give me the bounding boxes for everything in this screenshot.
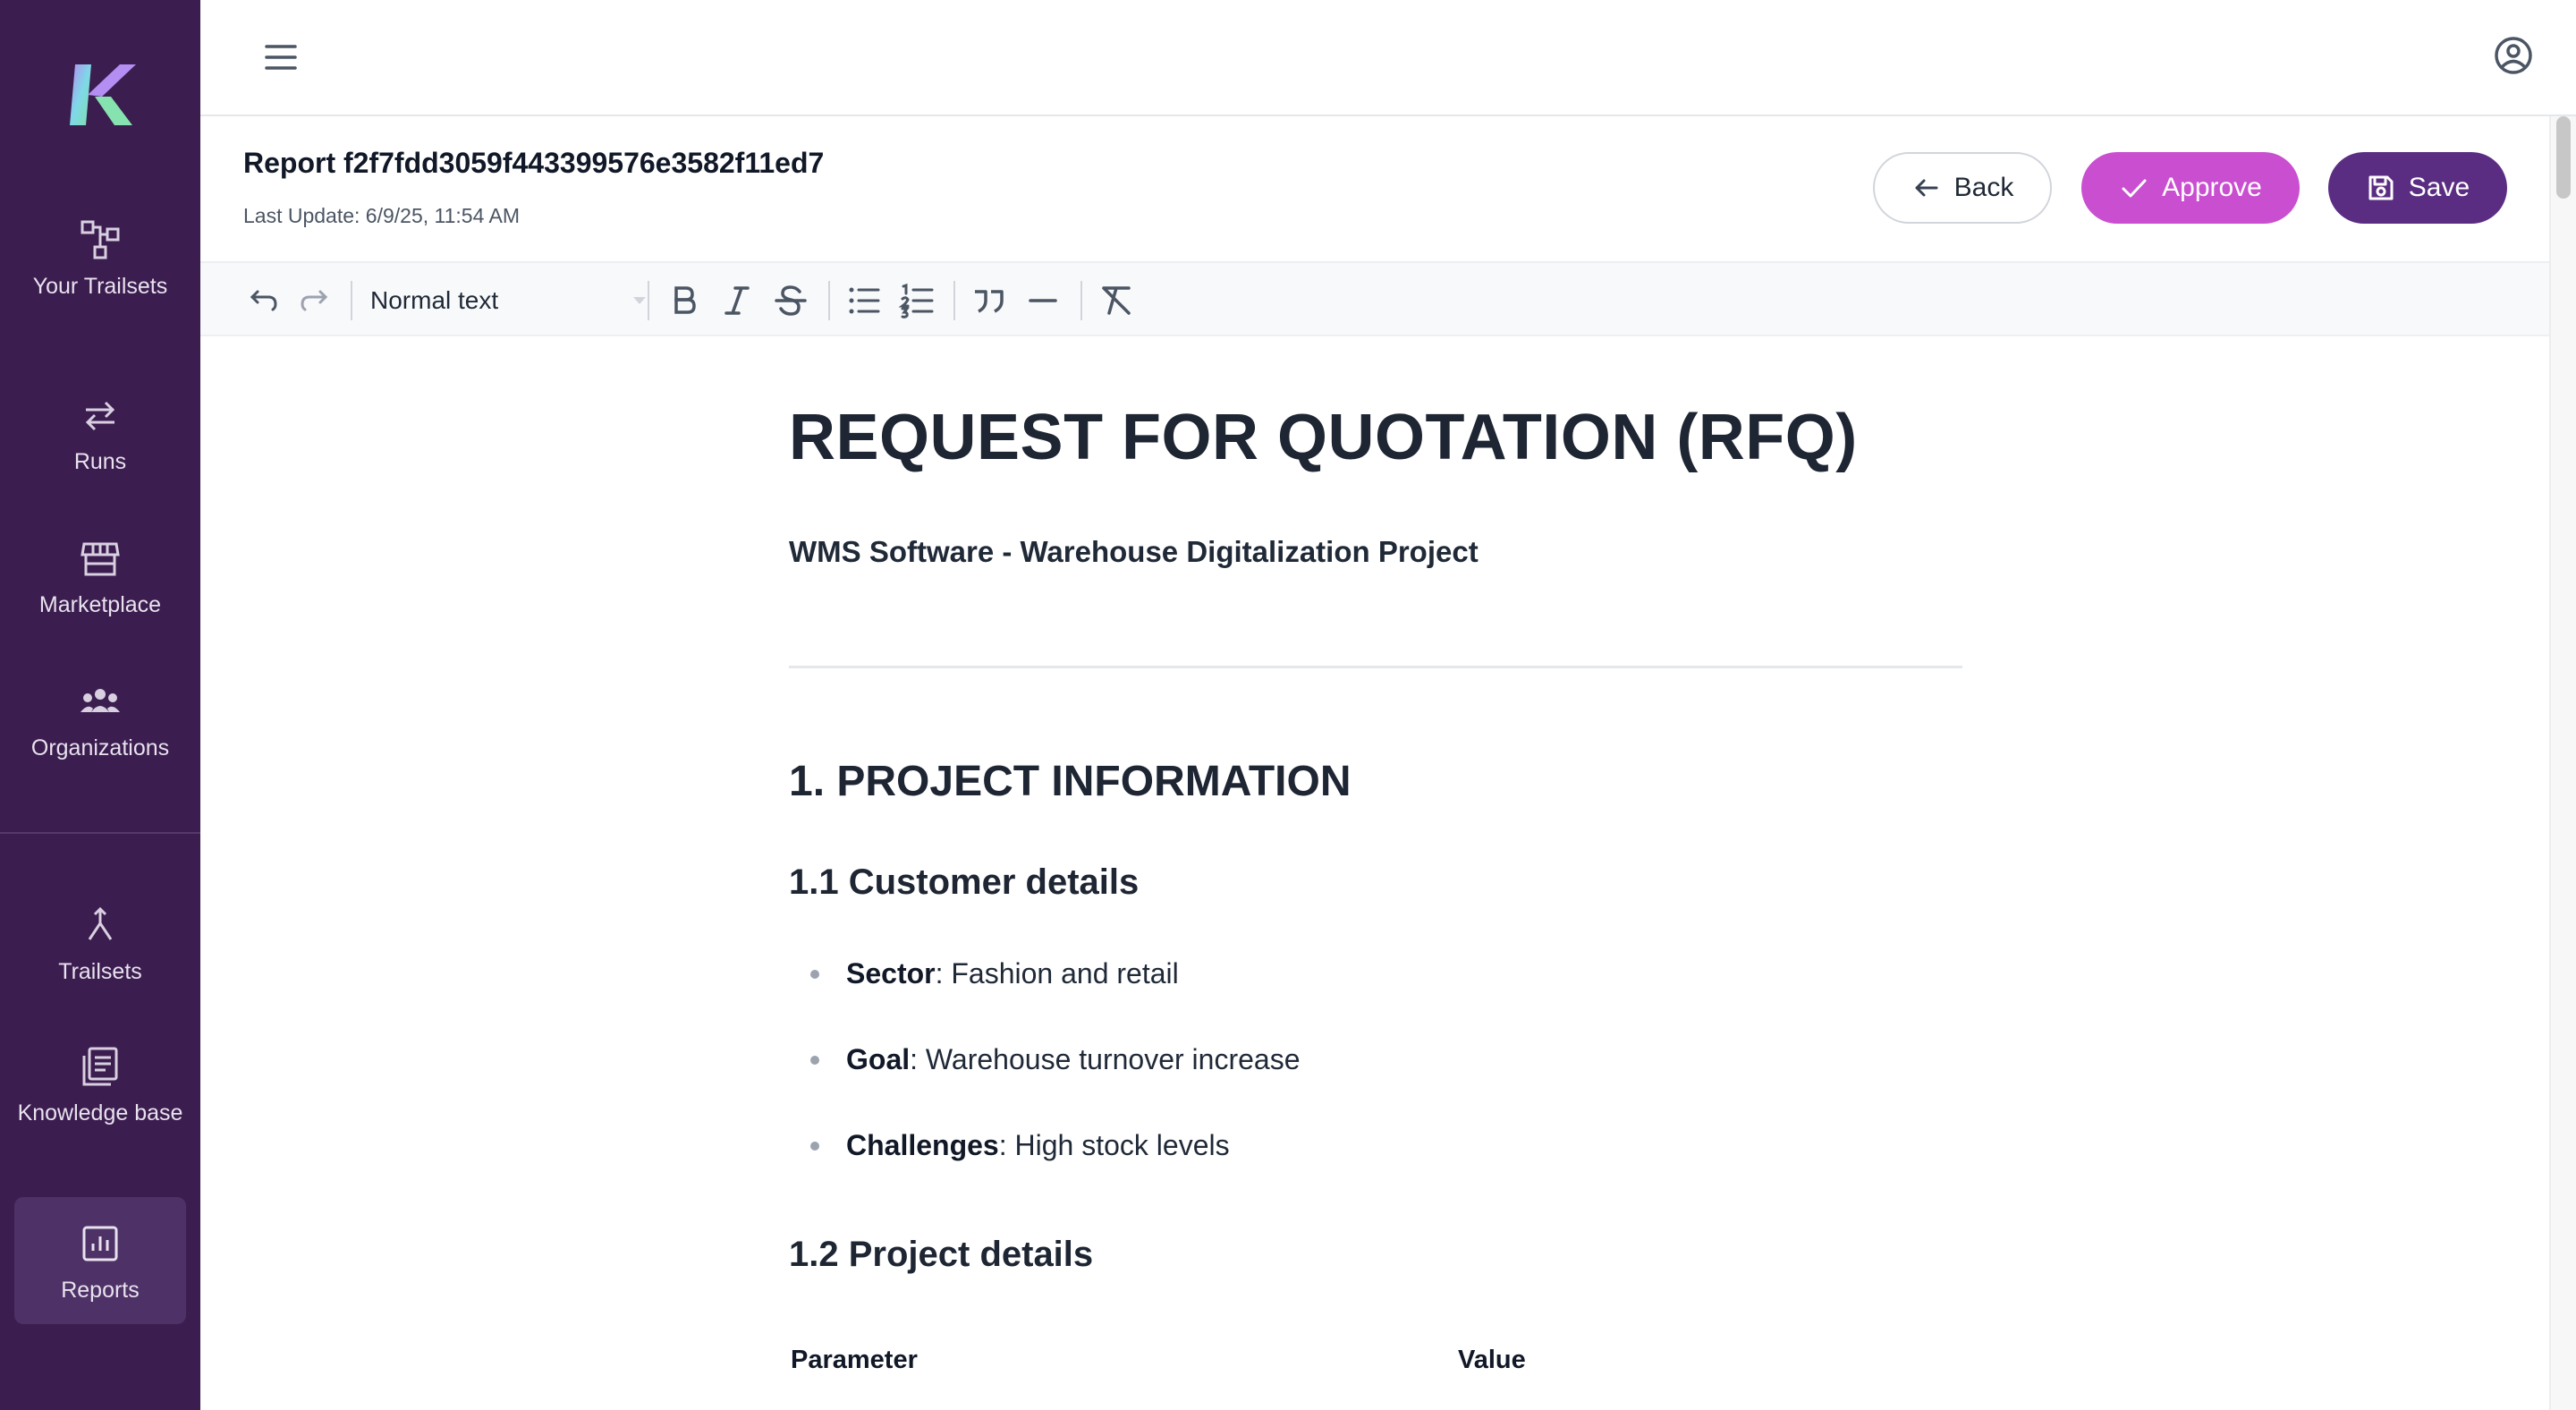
sidebar-item-label: Marketplace — [38, 592, 162, 617]
chart-icon — [79, 1222, 122, 1265]
numbered-list-icon[interactable] — [898, 281, 937, 320]
sidebar-divider — [0, 832, 200, 834]
back-button[interactable]: Back — [1873, 152, 2052, 224]
sidebar: Your Trailsets Runs Marketplace Organiza… — [0, 0, 200, 1410]
section-heading: 1. PROJECT INFORMATION — [789, 758, 1352, 805]
sidebar-item-knowledge-base[interactable]: Knowledge base — [14, 1045, 186, 1170]
library-icon — [79, 1045, 122, 1088]
subsection-heading: 1.2 Project details — [789, 1235, 1094, 1274]
sidebar-item-marketplace[interactable]: Marketplace — [14, 537, 186, 626]
bold-icon[interactable] — [664, 281, 703, 320]
text-style-select[interactable]: Normal text — [370, 279, 648, 322]
clear-formatting-icon[interactable] — [1097, 281, 1136, 320]
sidebar-item-trailsets[interactable]: Trailsets — [14, 904, 186, 993]
scrollbar-track[interactable] — [2549, 116, 2576, 1410]
arrow-left-icon — [1915, 179, 1938, 197]
sidebar-item-reports[interactable]: Reports — [14, 1197, 186, 1324]
save-button-label: Save — [2408, 173, 2470, 202]
app-logo[interactable] — [61, 55, 140, 134]
horizontal-rule-icon[interactable] — [1023, 281, 1063, 320]
hamburger-menu-icon[interactable] — [261, 38, 301, 77]
back-button-label: Back — [1953, 173, 2014, 202]
trailsets-flow-icon — [79, 218, 122, 261]
toolbar-separator — [1080, 281, 1082, 320]
last-update-timestamp: Last Update: 6/9/25, 11:54 AM — [243, 204, 521, 227]
toolbar-separator — [648, 281, 649, 320]
merge-icon — [79, 904, 122, 947]
group-icon — [79, 680, 122, 723]
user-account-icon[interactable] — [2492, 34, 2535, 77]
italic-icon[interactable] — [717, 281, 757, 320]
toolbar-separator — [828, 281, 830, 320]
check-icon — [2122, 179, 2147, 198]
top-bar — [200, 0, 2576, 116]
save-button[interactable]: Save — [2328, 152, 2507, 224]
sidebar-item-label: Reports — [61, 1278, 140, 1303]
text-style-value: Normal text — [370, 286, 499, 314]
sidebar-item-label: Knowledge base — [17, 1100, 183, 1125]
horizontal-rule — [789, 666, 1962, 668]
subsection-heading: 1.1 Customer details — [789, 862, 1140, 902]
toolbar-separator — [953, 281, 955, 320]
redo-icon[interactable] — [295, 281, 335, 320]
sidebar-item-organizations[interactable]: Organizations — [14, 680, 186, 769]
undo-icon[interactable] — [243, 281, 283, 320]
page-title: Report f2f7fdd3059f443399576e3582f11ed7 — [243, 147, 825, 179]
sidebar-item-runs[interactable]: Runs — [14, 394, 186, 483]
customer-details-list: Sector: Fashion and retail Goal: Warehou… — [789, 952, 1300, 1210]
runs-arrows-icon — [79, 394, 122, 437]
toolbar-separator — [351, 281, 352, 320]
list-item: Challenges: High stock levels — [789, 1124, 1300, 1210]
bullet-list-icon[interactable] — [844, 281, 884, 320]
document-title: REQUEST FOR QUOTATION (RFQ) — [789, 402, 1858, 473]
sidebar-item-label: Your Trailsets — [32, 274, 168, 299]
table-header-parameter: Parameter — [791, 1346, 918, 1374]
sidebar-item-label: Runs — [73, 449, 127, 474]
approve-button[interactable]: Approve — [2081, 152, 2300, 224]
editor-toolbar: Normal text — [200, 261, 2549, 336]
sidebar-item-your-trailsets[interactable]: Your Trailsets — [14, 218, 186, 344]
scrollbar-thumb[interactable] — [2556, 116, 2571, 199]
approve-button-label: Approve — [2162, 173, 2262, 202]
chevron-down-icon — [633, 297, 646, 304]
strikethrough-icon[interactable] — [771, 281, 810, 320]
store-icon — [79, 537, 122, 580]
list-item: Sector: Fashion and retail — [789, 952, 1300, 1038]
app-root: Your Trailsets Runs Marketplace Organiza… — [0, 0, 2576, 1410]
blockquote-icon[interactable] — [970, 281, 1009, 320]
list-item: Goal: Warehouse turnover increase — [789, 1038, 1300, 1124]
report-header: Report f2f7fdd3059f443399576e3582f11ed7 … — [200, 118, 2547, 261]
floppy-disk-icon — [2368, 175, 2394, 200]
document-subtitle: WMS Software - Warehouse Digitalization … — [789, 535, 1479, 568]
table-header-value: Value — [1458, 1346, 1526, 1374]
sidebar-item-label: Organizations — [30, 735, 170, 760]
sidebar-item-label: Trailsets — [58, 959, 142, 984]
